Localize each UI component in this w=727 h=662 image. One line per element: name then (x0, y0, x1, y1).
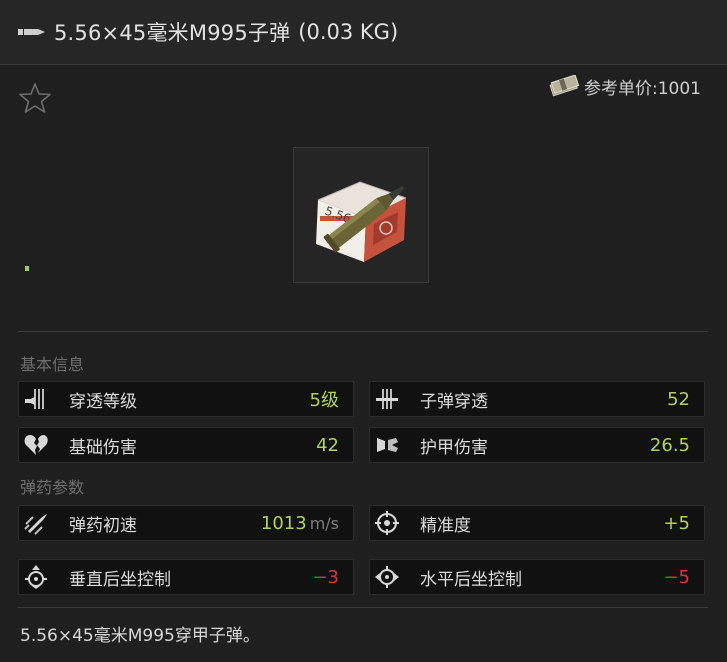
status-indicator (25, 266, 29, 271)
stat-value: 26.5 (649, 434, 690, 456)
item-title: 5.56×45毫米M995子弹 (54, 21, 291, 45)
stat-label: 弹药初速 (69, 515, 137, 536)
item-image-frame: 5.56 (293, 147, 429, 283)
divider (18, 331, 708, 332)
stat-value: 5级 (309, 390, 339, 411)
vertical-recoil-icon (19, 560, 53, 594)
stat-value-unit: m/s (309, 513, 339, 533)
stat-value: 1013 m/s (261, 513, 339, 534)
stat-label: 穿透等级 (69, 391, 137, 412)
stat-vertical-recoil: 垂直后坐控制 −3 (18, 559, 354, 595)
divider (18, 607, 708, 608)
star-outline-icon[interactable] (18, 81, 52, 115)
ammo-box-with-cartridge-icon: 5.56 (316, 181, 407, 262)
stat-value-number: 1013 (260, 512, 307, 534)
stat-value: −5 (663, 566, 690, 588)
muzzle-velocity-icon (19, 506, 53, 540)
reference-price-label: 参考单价:1001 (584, 78, 701, 99)
stat-value: +5 (663, 512, 690, 534)
stat-horizontal-recoil: 水平后坐控制 −5 (369, 559, 705, 595)
stat-label: 垂直后坐控制 (69, 569, 171, 590)
stat-label: 子弹穿透 (420, 391, 488, 412)
bullet-penetration-icon (370, 382, 404, 416)
broken-heart-icon (19, 428, 53, 462)
horizontal-recoil-icon (370, 560, 404, 594)
stat-muzzle-velocity: 弹药初速 1013 m/s (18, 505, 354, 541)
stat-label: 水平后坐控制 (420, 569, 522, 590)
reference-price: 参考单价:1001 (548, 71, 701, 101)
section-basic-info: 基本信息 (20, 355, 85, 374)
stat-armor-damage: 护甲伤害 26.5 (369, 427, 705, 463)
section-ammo-params: 弹药参数 (20, 478, 85, 497)
stat-base-damage: 基础伤害 42 (18, 427, 354, 463)
stat-label: 护甲伤害 (420, 437, 488, 458)
armor-damage-icon (370, 428, 404, 462)
money-icon (549, 75, 580, 97)
bullet-icon (18, 29, 45, 35)
crosshair-icon (370, 506, 404, 540)
item-detail-panel: 参考单价:1001 5.56 基本信息 穿透等级 5级 子弹穿透 52 基础伤害… (0, 65, 727, 662)
stat-label: 基础伤害 (69, 437, 137, 458)
penetration-level-icon (19, 382, 53, 416)
stat-value: −3 (312, 566, 339, 588)
stat-label: 精准度 (420, 515, 471, 536)
item-weight: (0.03 KG) (298, 20, 399, 44)
stat-value: 52 (667, 388, 690, 410)
stat-penetration-level: 穿透等级 5级 (18, 381, 354, 417)
stat-accuracy: 精准度 +5 (369, 505, 705, 541)
title-bar: 5.56×45毫米M995子弹 (0.03 KG) (0, 0, 727, 65)
stat-value: 42 (316, 434, 339, 456)
item-description: 5.56×45毫米M995穿甲子弹。 (20, 626, 260, 646)
stat-bullet-penetration: 子弹穿透 52 (369, 381, 705, 417)
